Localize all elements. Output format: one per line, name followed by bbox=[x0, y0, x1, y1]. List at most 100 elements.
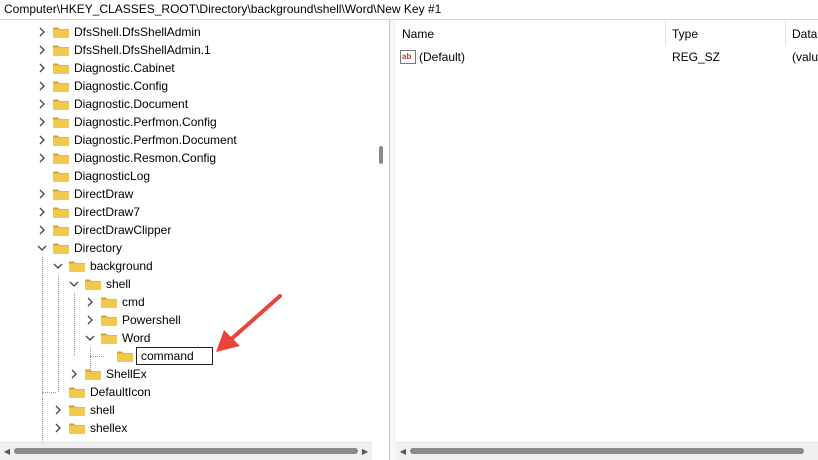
chevron-right-icon[interactable] bbox=[36, 77, 48, 95]
folder-icon bbox=[52, 78, 70, 94]
tree-item[interactable]: Diagnostic.Perfmon.Document bbox=[36, 131, 237, 149]
chevron-right-icon[interactable] bbox=[84, 311, 96, 329]
key-tree-pane: DfsShell.DfsShellAdmin DfsShell.DfsShellA… bbox=[0, 20, 390, 460]
chevron-right-icon[interactable] bbox=[36, 149, 48, 167]
chevron-right-icon[interactable] bbox=[36, 23, 48, 41]
folder-icon bbox=[84, 276, 102, 292]
chevron-right-icon[interactable] bbox=[36, 113, 48, 131]
tree-guide-line bbox=[42, 392, 56, 393]
tree-guide-line bbox=[74, 293, 75, 356]
chevron-right-icon[interactable] bbox=[36, 221, 48, 239]
column-header-type[interactable]: Type bbox=[666, 20, 786, 46]
chevron-right-icon[interactable] bbox=[84, 293, 96, 311]
folder-icon bbox=[52, 114, 70, 130]
tree-vertical-scrollbar[interactable] bbox=[373, 20, 389, 442]
chevron-down-icon[interactable] bbox=[84, 329, 96, 347]
chevron-right-icon[interactable] bbox=[36, 203, 48, 221]
folder-icon bbox=[52, 204, 70, 220]
tree-item[interactable]: DiagnosticLog bbox=[36, 167, 150, 185]
folder-icon bbox=[68, 420, 86, 436]
tree-item[interactable]: shell bbox=[68, 275, 131, 293]
folder-icon bbox=[52, 222, 70, 238]
folder-icon bbox=[68, 384, 86, 400]
folder-icon bbox=[100, 294, 118, 310]
tree-item[interactable]: Diagnostic.Config bbox=[36, 77, 168, 95]
chevron-right-icon[interactable] bbox=[68, 365, 80, 383]
svg-text:ab: ab bbox=[402, 52, 411, 61]
chevron-right-icon[interactable] bbox=[36, 131, 48, 149]
tree-item-label: Diagnostic.Config bbox=[74, 79, 169, 93]
tree-item[interactable]: command bbox=[100, 347, 213, 365]
folder-icon bbox=[116, 348, 134, 364]
tree-item[interactable]: Diagnostic.Cabinet bbox=[36, 59, 175, 77]
column-header-name[interactable]: Name bbox=[396, 20, 666, 46]
tree-item[interactable]: DfsShell.DfsShellAdmin.1 bbox=[36, 41, 211, 59]
folder-icon bbox=[52, 186, 70, 202]
tree-item-label: shell bbox=[90, 403, 115, 417]
folder-icon bbox=[52, 132, 70, 148]
tree-item[interactable]: shellex bbox=[52, 419, 127, 437]
values-horizontal-scrollbar[interactable]: ◀ bbox=[396, 442, 818, 460]
rename-key-input[interactable]: command bbox=[136, 347, 213, 365]
tree-item-label: Diagnostic.Resmon.Config bbox=[74, 151, 217, 165]
scroll-right-icon[interactable]: ▶ bbox=[359, 445, 371, 457]
tree-guide-line bbox=[42, 257, 43, 446]
tree-item-label: Diagnostic.Perfmon.Config bbox=[74, 115, 217, 129]
chevron-down-icon[interactable] bbox=[68, 275, 80, 293]
string-value-icon: ab bbox=[400, 50, 416, 64]
registry-key-tree[interactable]: DfsShell.DfsShellAdmin DfsShell.DfsShellA… bbox=[0, 20, 372, 446]
tree-item[interactable]: shell bbox=[52, 401, 115, 419]
folder-icon bbox=[52, 96, 70, 112]
chevron-right-icon[interactable] bbox=[36, 185, 48, 203]
value-type-cell: REG_SZ bbox=[672, 50, 721, 64]
chevron-right-icon[interactable] bbox=[36, 41, 48, 59]
chevron-down-icon[interactable] bbox=[52, 257, 64, 275]
tree-item-label: DefaultIcon bbox=[90, 385, 151, 399]
tree-item[interactable]: cmd bbox=[84, 293, 145, 311]
values-pane: Name Type Data ab (Default) REG_SZ (valu… bbox=[396, 20, 818, 460]
chevron-down-icon[interactable] bbox=[36, 239, 48, 257]
tree-item-label: Powershell bbox=[122, 313, 181, 327]
tree-item[interactable]: Diagnostic.Document bbox=[36, 95, 188, 113]
tree-item-label: shell bbox=[106, 277, 131, 291]
tree-item[interactable]: background bbox=[52, 257, 153, 275]
chevron-right-icon[interactable] bbox=[36, 95, 48, 113]
tree-item[interactable]: DirectDrawClipper bbox=[36, 221, 171, 239]
tree-vertical-scroll-thumb[interactable] bbox=[379, 146, 383, 164]
tree-guide-line bbox=[90, 347, 91, 374]
tree-item[interactable]: DirectDraw7 bbox=[36, 203, 140, 221]
tree-item-label: DfsShell.DfsShellAdmin bbox=[74, 25, 201, 39]
tree-item-label: Diagnostic.Perfmon.Document bbox=[74, 133, 237, 147]
tree-item[interactable]: Directory bbox=[36, 239, 122, 257]
tree-item[interactable]: Powershell bbox=[84, 311, 181, 329]
tree-item[interactable]: Diagnostic.Resmon.Config bbox=[36, 149, 216, 167]
address-bar[interactable]: Computer\HKEY_CLASSES_ROOT\Directory\bac… bbox=[0, 0, 818, 20]
tree-item[interactable]: Diagnostic.Perfmon.Config bbox=[36, 113, 217, 131]
tree-item-label: DiagnosticLog bbox=[74, 169, 151, 183]
folder-icon bbox=[100, 330, 118, 346]
column-header-data[interactable]: Data bbox=[786, 20, 818, 46]
tree-item[interactable]: ShellEx bbox=[68, 365, 147, 383]
folder-icon bbox=[52, 60, 70, 76]
tree-item-label: ShellEx bbox=[106, 367, 147, 381]
tree-item[interactable]: DfsShell.DfsShellAdmin bbox=[36, 23, 201, 41]
tree-item[interactable]: DirectDraw bbox=[36, 185, 133, 203]
values-horizontal-scroll-thumb[interactable] bbox=[410, 448, 804, 454]
chevron-right-icon[interactable] bbox=[52, 419, 64, 437]
tree-item-label: Directory bbox=[74, 241, 123, 255]
tree-item-label: DirectDraw7 bbox=[74, 205, 141, 219]
tree-horizontal-scrollbar[interactable]: ◀ ▶ bbox=[0, 442, 372, 460]
tree-item[interactable]: Word bbox=[84, 329, 150, 347]
tree-item-label: DirectDraw bbox=[74, 187, 134, 201]
tree-item[interactable]: DefaultIcon bbox=[52, 383, 151, 401]
chevron-right-icon[interactable] bbox=[52, 401, 64, 419]
tree-item-label: background bbox=[90, 259, 153, 273]
tree-item-label: DirectDrawClipper bbox=[74, 223, 172, 237]
chevron-right-icon[interactable] bbox=[36, 59, 48, 77]
scroll-left-icon[interactable]: ◀ bbox=[397, 445, 409, 457]
folder-icon bbox=[68, 402, 86, 418]
tree-horizontal-scroll-thumb[interactable] bbox=[14, 448, 358, 454]
scroll-left-icon[interactable]: ◀ bbox=[1, 445, 13, 457]
folder-icon bbox=[84, 366, 102, 382]
tree-item-label: DfsShell.DfsShellAdmin.1 bbox=[74, 43, 211, 57]
